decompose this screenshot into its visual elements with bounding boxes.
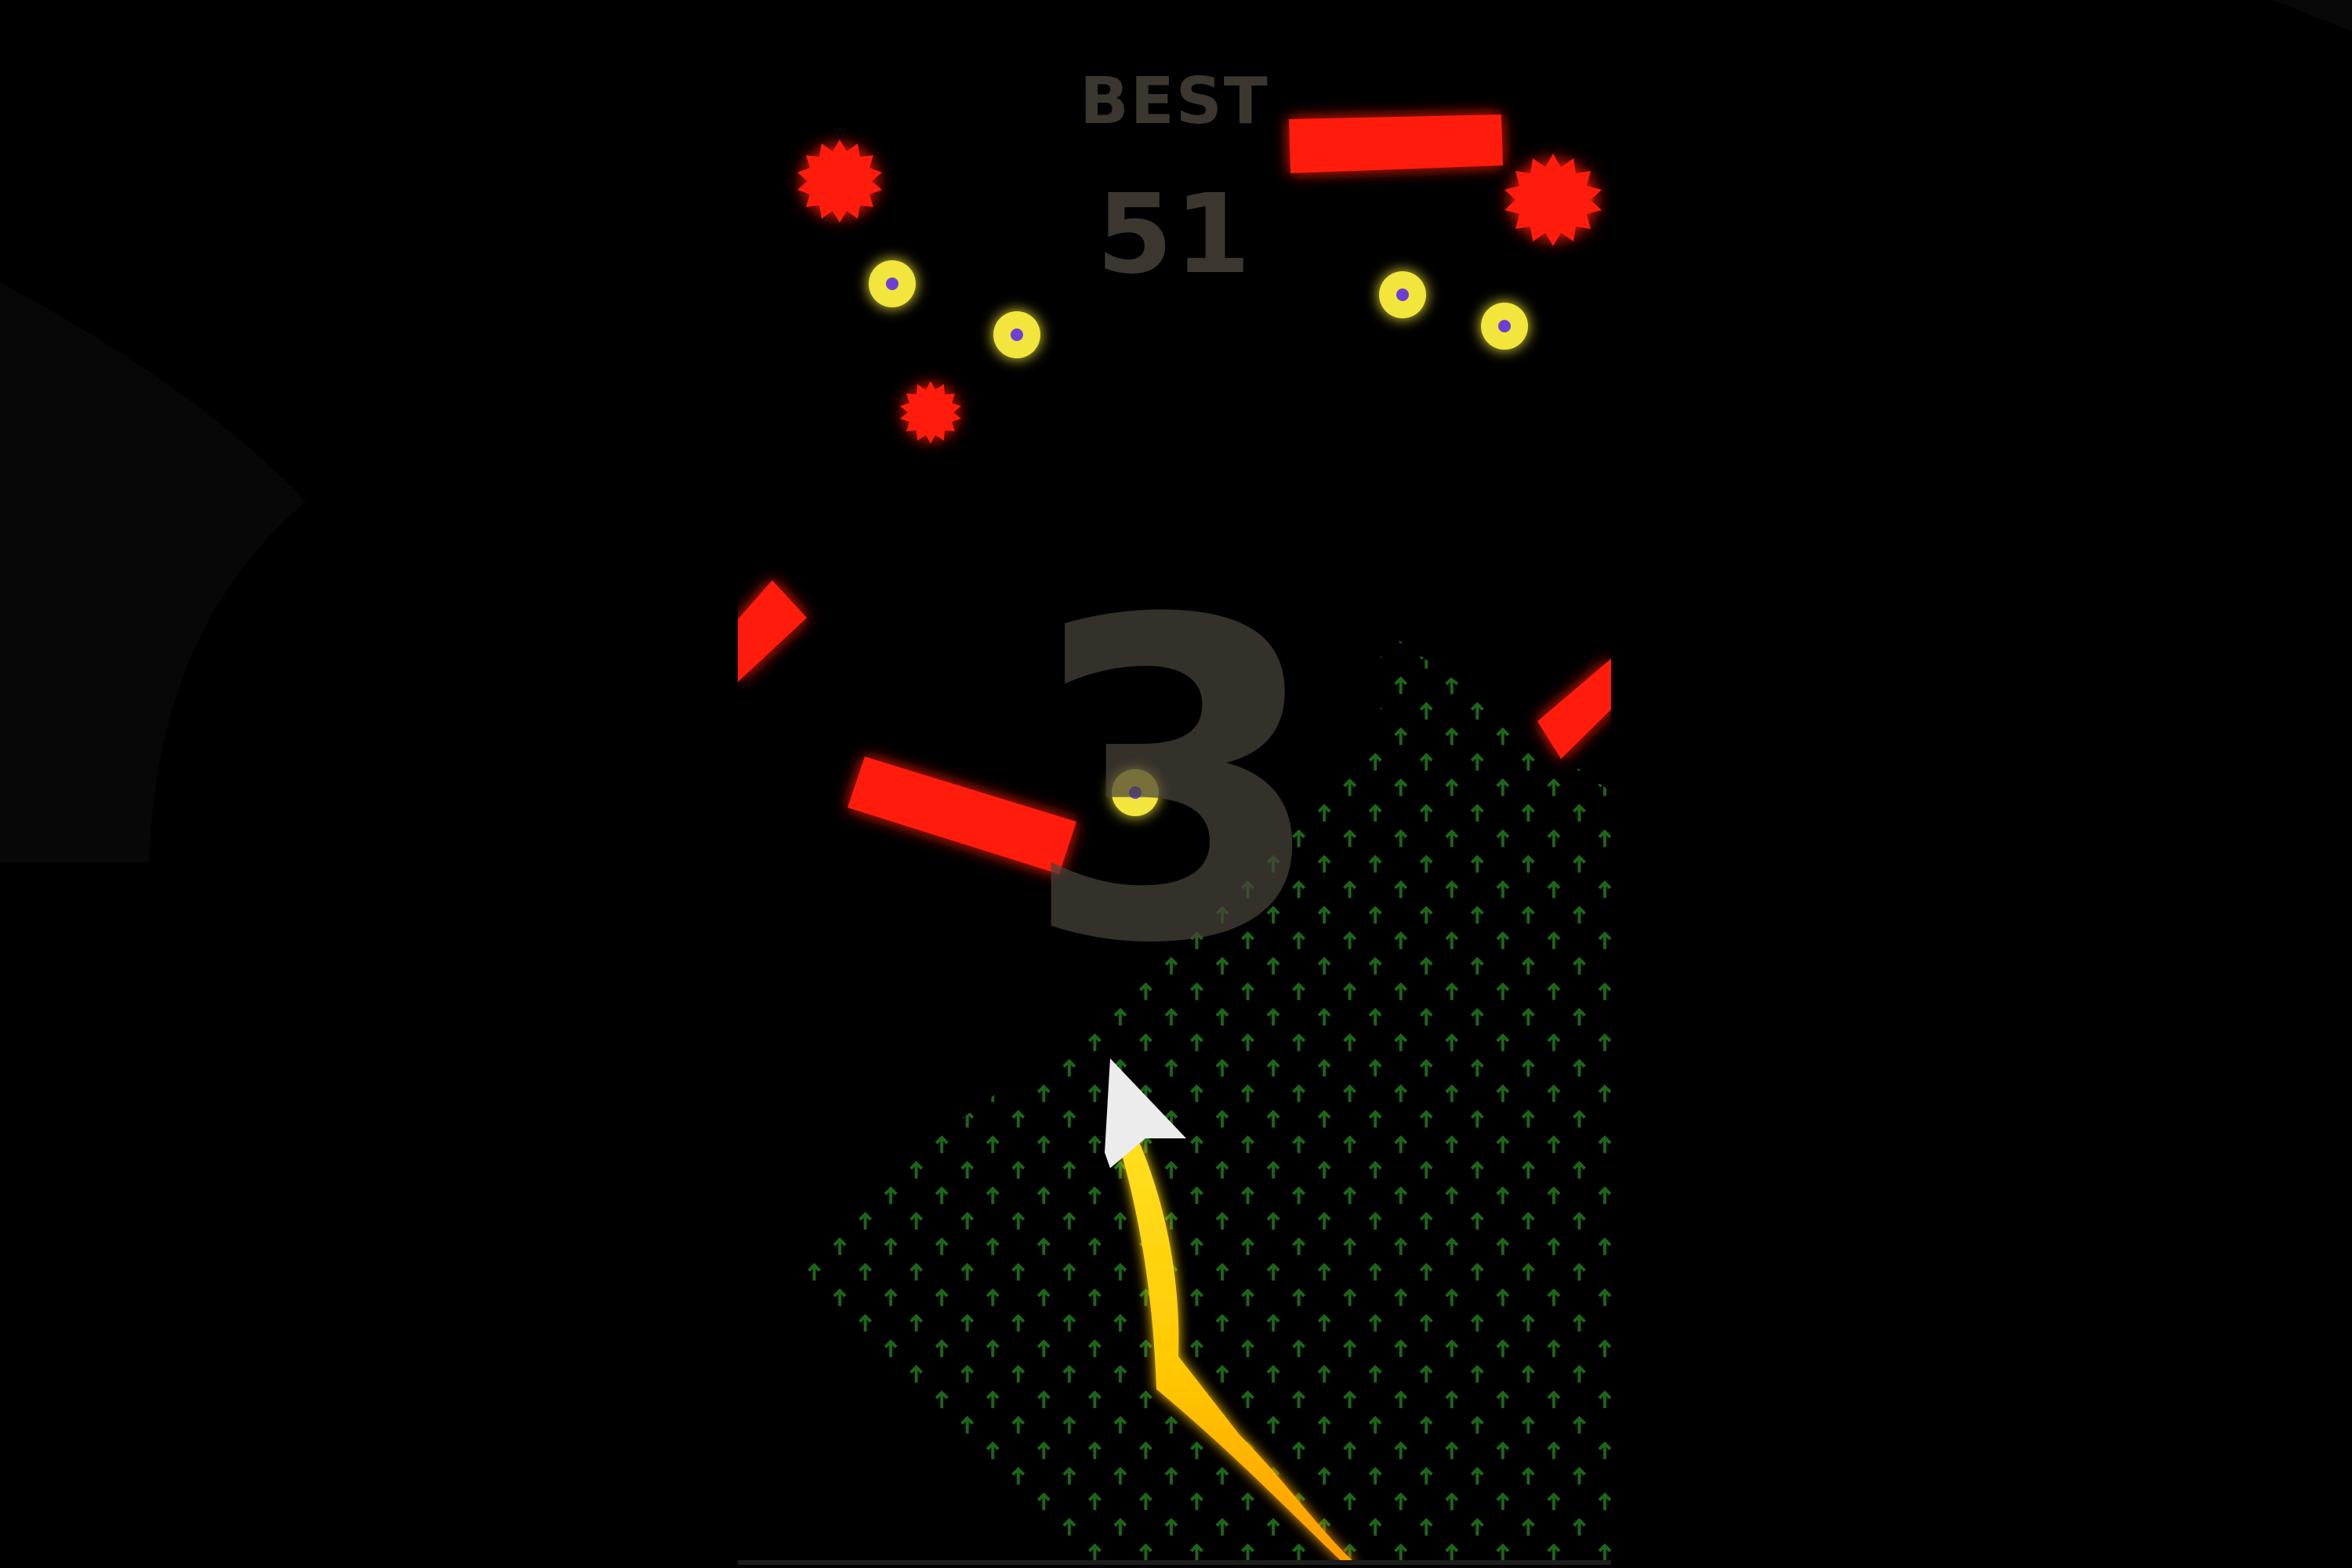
best-label: BEST <box>1080 64 1269 139</box>
coin-pickup <box>1481 303 1528 350</box>
game-viewport[interactable]: BEST 51 3 <box>738 0 1611 1565</box>
spiked-ball-hazard <box>900 381 961 444</box>
countdown-number: 3 <box>1022 528 1327 1040</box>
best-score: 51 <box>1096 171 1253 299</box>
coin-pickup <box>993 311 1040 358</box>
viewport-bottom-edge <box>738 1560 1611 1565</box>
game-screen: BEST 51 3 <box>0 0 2352 1568</box>
